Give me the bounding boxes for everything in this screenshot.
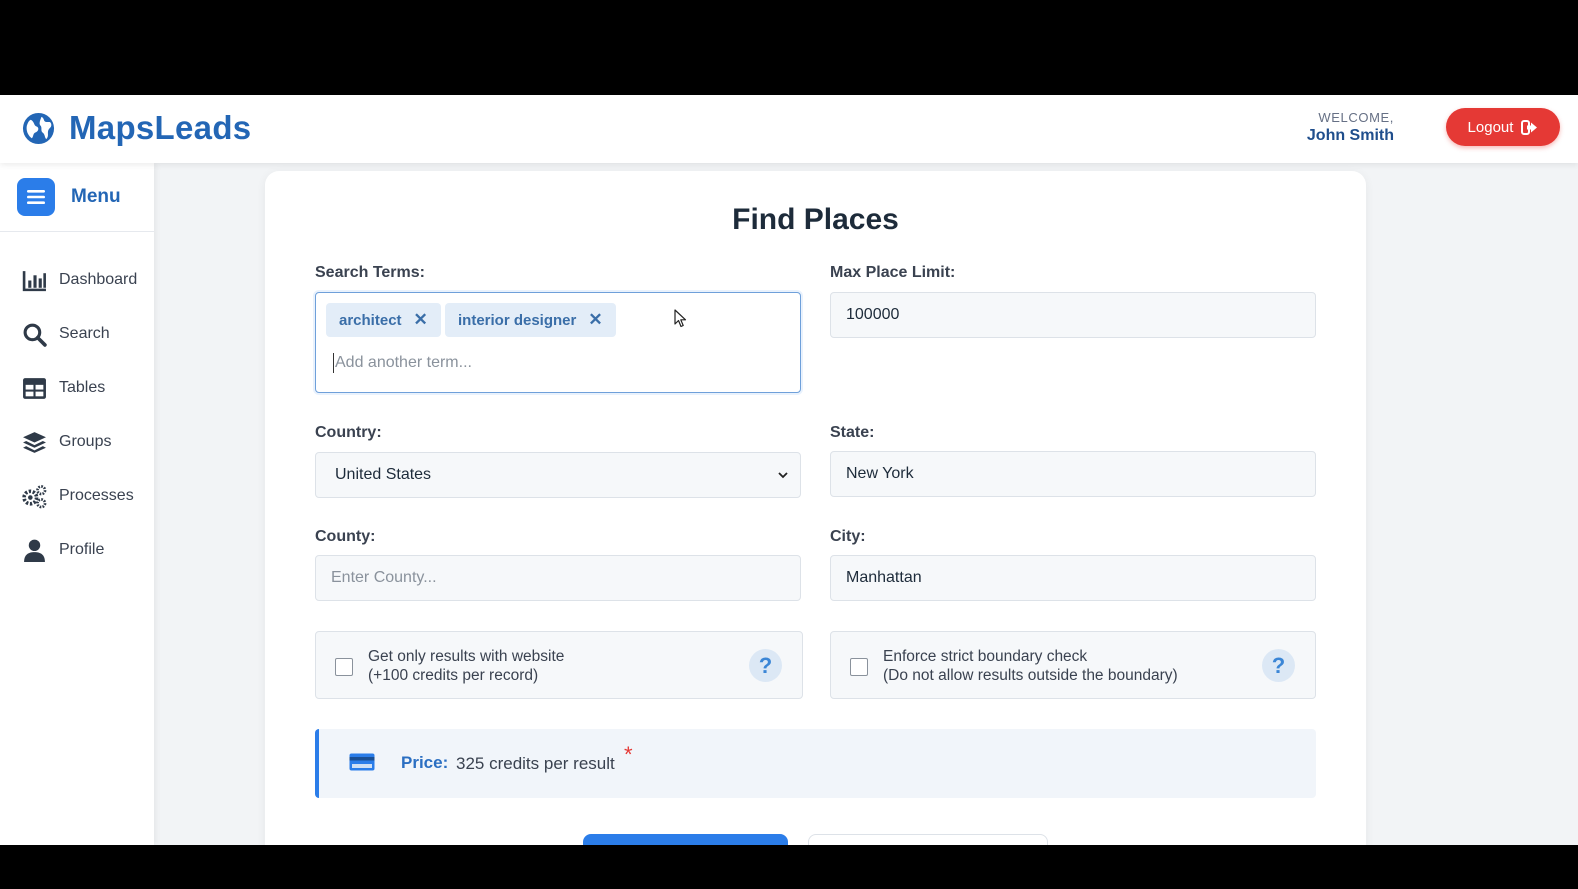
tag-label: architect [339, 311, 402, 329]
max-limit-input[interactable]: 100000 [830, 292, 1316, 338]
price-value: 325 credits per result [456, 754, 615, 773]
price-label: Price: [401, 753, 449, 772]
remove-tag-icon[interactable]: ✕ [588, 310, 602, 330]
user-name: John Smith [1306, 127, 1394, 144]
sidebar-item-profile[interactable]: Profile [0, 523, 154, 577]
find-places-card: Find Places Search Terms: architect ✕ in… [265, 171, 1366, 845]
strict-boundary-text: Enforce strict boundary check (Do not al… [883, 648, 1178, 685]
globe-icon [22, 112, 55, 144]
sign-out-icon [1521, 119, 1538, 135]
user-icon [24, 539, 45, 562]
state-label: State: [830, 424, 875, 441]
menu-header[interactable]: Menu [0, 163, 154, 232]
sidebar-item-groups[interactable]: Groups [0, 415, 154, 469]
logout-button[interactable]: Logout [1446, 108, 1560, 146]
website-only-line2: (+100 credits per record) [368, 666, 539, 684]
brand-name: MapsLeads [69, 109, 252, 146]
website-only-text: Get only results with website (+100 cred… [368, 648, 564, 685]
sidebar-item-label: Profile [59, 541, 105, 558]
chevron-down-icon [778, 472, 788, 479]
help-icon[interactable]: ? [749, 649, 782, 682]
search-term-tag: interior designer ✕ [445, 303, 616, 337]
sidebar-item-label: Groups [59, 433, 112, 450]
county-input[interactable]: Enter County... [315, 555, 801, 601]
sidebar-item-dashboard[interactable]: Dashboard [0, 253, 154, 307]
strict-boundary-line1: Enforce strict boundary check [883, 648, 1088, 665]
mouse-cursor-icon [674, 309, 687, 328]
sidebar-item-search[interactable]: Search [0, 307, 154, 361]
max-limit-label: Max Place Limit: [830, 264, 956, 281]
secondary-action-button[interactable] [808, 834, 1048, 845]
country-select[interactable]: United States [315, 452, 801, 498]
country-value: United States [335, 466, 432, 483]
city-label: City: [830, 528, 866, 545]
page-title: Find Places [732, 203, 899, 236]
help-icon[interactable]: ? [1262, 649, 1295, 682]
welcome-label: WELCOME, [1318, 110, 1394, 125]
sidebar-nav: Dashboard Search Tables Groups Processes… [0, 232, 154, 577]
website-only-line1: Get only results with website [368, 648, 565, 665]
table-icon [23, 377, 46, 399]
app-frame: MapsLeads WELCOME, John Smith Logout Men… [0, 95, 1578, 845]
layers-icon [23, 431, 46, 453]
price-info: Price: 325 credits per result * [315, 729, 1316, 798]
welcome-block: WELCOME, John Smith [1307, 110, 1394, 145]
add-term-input[interactable]: Add another term... [333, 353, 472, 373]
country-label: Country: [315, 424, 382, 441]
sidebar-item-label: Dashboard [59, 271, 138, 288]
hamburger-icon [27, 190, 45, 204]
search-term-tag: architect ✕ [326, 303, 441, 337]
strict-boundary-line2: (Do not allow results outside the bounda… [883, 666, 1178, 684]
credit-card-icon [349, 753, 375, 771]
top-bar: MapsLeads WELCOME, John Smith Logout [0, 95, 1578, 163]
search-terms-input[interactable]: architect ✕ interior designer ✕ Add anot… [315, 292, 801, 393]
strict-boundary-option: Enforce strict boundary check (Do not al… [830, 631, 1316, 699]
search-terms-label: Search Terms: [315, 264, 425, 281]
search-icon [23, 323, 47, 347]
remove-tag-icon[interactable]: ✕ [414, 310, 428, 330]
website-only-checkbox[interactable] [335, 658, 353, 676]
logout-label: Logout [1467, 118, 1514, 136]
price-asterisk: * [624, 742, 633, 767]
brand[interactable]: MapsLeads [22, 109, 251, 147]
sidebar-item-label: Processes [59, 487, 134, 504]
strict-boundary-checkbox[interactable] [850, 658, 868, 676]
city-input[interactable]: Manhattan [830, 555, 1316, 601]
county-label: County: [315, 528, 376, 545]
menu-toggle-button[interactable] [17, 178, 55, 216]
sidebar-item-label: Search [59, 325, 110, 342]
sidebar: Menu Dashboard Search Tables Groups Proc… [0, 163, 154, 845]
sidebar-item-label: Tables [59, 379, 106, 396]
sidebar-item-processes[interactable]: Processes [0, 469, 154, 523]
bar-chart-icon [22, 270, 46, 291]
website-only-option: Get only results with website (+100 cred… [315, 631, 803, 699]
sidebar-item-tables[interactable]: Tables [0, 361, 154, 415]
state-input[interactable]: New York [830, 451, 1316, 497]
tag-label: interior designer [458, 311, 577, 329]
menu-label: Menu [71, 186, 121, 207]
cogs-icon [22, 484, 47, 508]
search-submit-button[interactable] [583, 834, 788, 845]
